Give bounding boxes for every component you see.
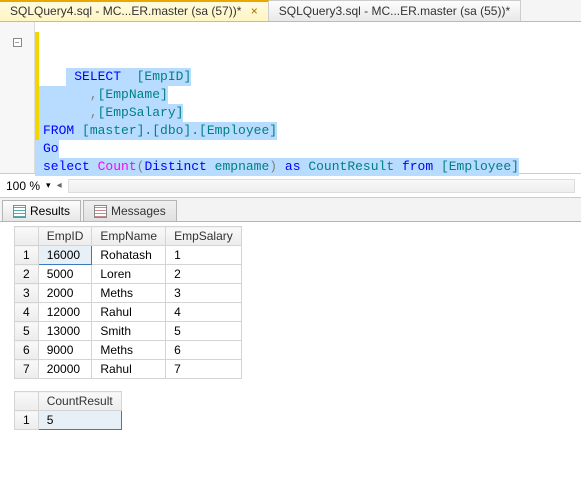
grid-icon [13, 205, 26, 218]
zoom-bar: 100 % ▾ ◂ [0, 174, 581, 198]
row-number: 5 [15, 322, 39, 341]
tab-results[interactable]: Results [2, 200, 81, 221]
col-empsalary[interactable]: EmpSalary [166, 227, 242, 246]
row-number: 1 [15, 246, 39, 265]
cell[interactable]: Meths [92, 341, 166, 360]
cell[interactable]: Rahul [92, 360, 166, 379]
col-empname[interactable]: EmpName [92, 227, 166, 246]
cell[interactable]: 7 [166, 360, 242, 379]
results-pane: EmpID EmpName EmpSalary 1 16000 Rohatash… [0, 222, 581, 430]
col-empname: [EmpName] [98, 87, 168, 102]
result-grid-1[interactable]: EmpID EmpName EmpSalary 1 16000 Rohatash… [14, 226, 242, 379]
kw-select2: select [43, 159, 90, 174]
col-empid: [EmpID] [121, 69, 191, 84]
scroll-left-icon[interactable]: ◂ [57, 180, 62, 191]
result-grid-2[interactable]: CountResult 1 5 [14, 391, 122, 430]
cell[interactable]: Loren [92, 265, 166, 284]
row-number: 3 [15, 284, 39, 303]
cell[interactable]: Meths [92, 284, 166, 303]
horizontal-scrollbar[interactable] [68, 179, 575, 193]
comma: , [43, 87, 98, 102]
tab-sqlquery4[interactable]: SQLQuery4.sql - MC...ER.master (sa (57))… [0, 0, 269, 21]
tab-messages[interactable]: Messages [83, 200, 177, 221]
corner-cell [15, 392, 39, 411]
col-empid[interactable]: EmpID [38, 227, 92, 246]
tab-label: SQLQuery3.sql - MC...ER.master (sa (55))… [279, 4, 510, 18]
col-countresult[interactable]: CountResult [38, 392, 121, 411]
table-row[interactable]: 7 20000 Rahul 7 [15, 360, 242, 379]
cell[interactable]: 13000 [38, 322, 92, 341]
header-row: CountResult [15, 392, 122, 411]
cell[interactable]: 16000 [38, 246, 92, 265]
cell[interactable]: 2 [166, 265, 242, 284]
cell[interactable]: 5 [38, 411, 121, 430]
fold-gutter: − [0, 22, 35, 173]
cell[interactable]: 12000 [38, 303, 92, 322]
cell[interactable]: Rahul [92, 303, 166, 322]
kw-distinct: Distinct [144, 159, 206, 174]
cell[interactable]: 2000 [38, 284, 92, 303]
file-tab-bar: SQLQuery4.sql - MC...ER.master (sa (57))… [0, 0, 581, 22]
row-number: 7 [15, 360, 39, 379]
table-row[interactable]: 5 13000 Smith 5 [15, 322, 242, 341]
kw-from2: from [394, 159, 441, 174]
arg-empname: empname [207, 159, 269, 174]
cell[interactable]: 1 [166, 246, 242, 265]
sql-editor[interactable]: − SELECT [EmpID] ,[EmpName] ,[EmpSalary]… [0, 22, 581, 174]
table-row[interactable]: 1 16000 Rohatash 1 [15, 246, 242, 265]
table-row[interactable]: 6 9000 Meths 6 [15, 341, 242, 360]
table-row[interactable]: 1 5 [15, 411, 122, 430]
cell[interactable]: 5 [166, 322, 242, 341]
change-marker [35, 32, 39, 140]
cell[interactable]: 9000 [38, 341, 92, 360]
corner-cell [15, 227, 39, 246]
comma: , [43, 105, 98, 120]
header-row: EmpID EmpName EmpSalary [15, 227, 242, 246]
table-row[interactable]: 3 2000 Meths 3 [15, 284, 242, 303]
kw-select: SELECT [74, 69, 121, 84]
cell[interactable]: Smith [92, 322, 166, 341]
tab-label: Results [30, 204, 70, 218]
kw-as: as [277, 159, 308, 174]
obj-employee: [master].[dbo].[Employee] [74, 123, 277, 138]
kw-go: Go [43, 141, 59, 156]
row-number: 4 [15, 303, 39, 322]
table-row[interactable]: 4 12000 Rahul 4 [15, 303, 242, 322]
func-count: Count [90, 159, 137, 174]
row-number: 6 [15, 341, 39, 360]
kw-from: FROM [43, 123, 74, 138]
cell[interactable]: 20000 [38, 360, 92, 379]
cell[interactable]: Rohatash [92, 246, 166, 265]
tbl-employee: [Employee] [441, 159, 519, 174]
results-tab-bar: Results Messages [0, 198, 581, 222]
cell[interactable]: 5000 [38, 265, 92, 284]
tab-label: Messages [111, 204, 166, 218]
alias-countresult: CountResult [308, 159, 394, 174]
fold-toggle-icon[interactable]: − [13, 38, 22, 47]
cell[interactable]: 3 [166, 284, 242, 303]
close-icon[interactable]: × [251, 4, 258, 18]
table-row[interactable]: 2 5000 Loren 2 [15, 265, 242, 284]
cell[interactable]: 6 [166, 341, 242, 360]
cell[interactable]: 4 [166, 303, 242, 322]
messages-icon [94, 205, 107, 218]
code-area[interactable]: SELECT [EmpID] ,[EmpName] ,[EmpSalary] F… [35, 22, 581, 173]
tab-label: SQLQuery4.sql - MC...ER.master (sa (57))… [10, 4, 241, 18]
tab-sqlquery3[interactable]: SQLQuery3.sql - MC...ER.master (sa (55))… [269, 0, 521, 21]
row-number: 1 [15, 411, 39, 430]
col-empsalary: [EmpSalary] [98, 105, 184, 120]
row-number: 2 [15, 265, 39, 284]
